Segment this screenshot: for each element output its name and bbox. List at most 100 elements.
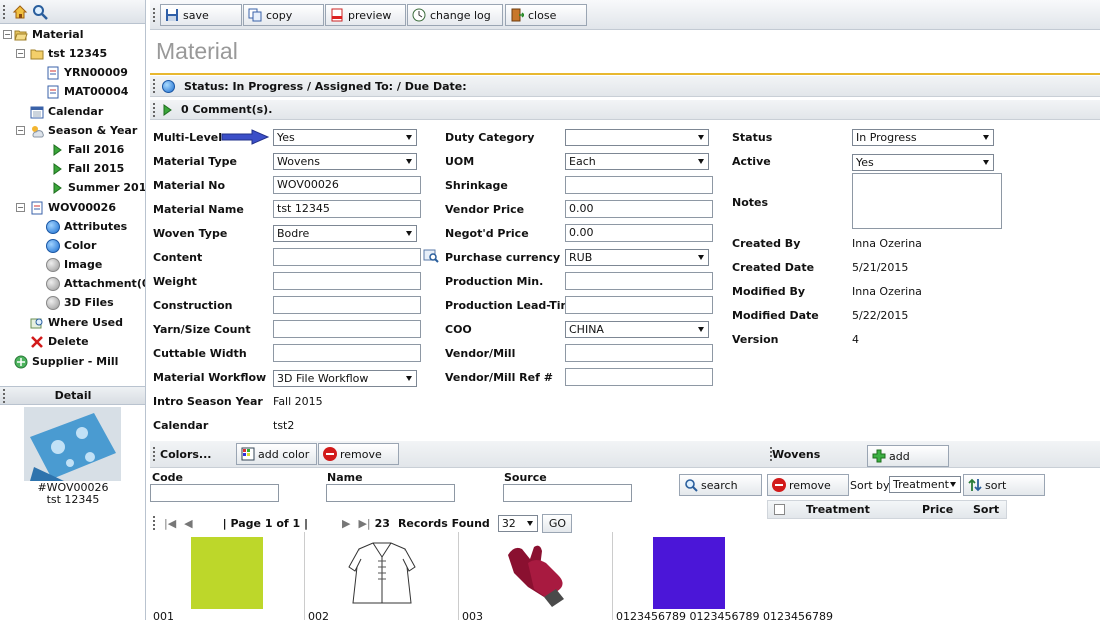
- remove-color-button[interactable]: remove: [318, 443, 399, 465]
- production-min-label: Production Min.: [445, 275, 544, 288]
- gloves-image[interactable]: [500, 537, 570, 609]
- grip-handle[interactable]: [3, 5, 5, 19]
- material-type-select[interactable]: Wovens: [273, 153, 417, 170]
- remove-circle-icon: [772, 478, 786, 492]
- name-filter-input[interactable]: [326, 484, 455, 502]
- vendor-mill-ref-input[interactable]: [565, 368, 713, 386]
- search-button[interactable]: search: [679, 474, 762, 496]
- lookup-icon[interactable]: [423, 248, 439, 264]
- tree-node-summer-2015[interactable]: Summer 2015: [50, 178, 145, 197]
- remove-woven-button[interactable]: remove: [767, 474, 849, 496]
- tree-node-mat00004[interactable]: MAT00004: [46, 82, 128, 101]
- cuttable-width-input[interactable]: [273, 344, 421, 362]
- coo-select[interactable]: CHINA: [565, 321, 709, 338]
- price-column-header[interactable]: Price: [922, 503, 953, 516]
- source-filter-input[interactable]: [503, 484, 632, 502]
- tree-node-delete[interactable]: Delete: [30, 332, 89, 351]
- version-value: 4: [852, 333, 859, 346]
- preview-button[interactable]: preview: [325, 4, 406, 26]
- yarn-size-count-input[interactable]: [273, 320, 421, 338]
- tree-node-yrn00009[interactable]: YRN00009: [46, 63, 128, 82]
- multi-level-select[interactable]: Yes: [273, 129, 417, 146]
- status-select[interactable]: In Progress: [852, 129, 994, 146]
- material-no-input[interactable]: WOV00026: [273, 176, 421, 194]
- go-button[interactable]: GO: [541, 513, 572, 533]
- copy-button[interactable]: copy: [243, 4, 324, 26]
- tree-node-tst-12345[interactable]: tst 12345: [30, 44, 107, 63]
- code-filter-input[interactable]: [150, 484, 279, 502]
- color-swatch[interactable]: [191, 537, 263, 609]
- page-size-select[interactable]: 32: [497, 514, 538, 532]
- last-page-icon[interactable]: ▶|: [358, 517, 370, 530]
- grip-handle[interactable]: [153, 516, 155, 530]
- construction-input[interactable]: [273, 296, 421, 314]
- shrinkage-input[interactable]: [565, 176, 713, 194]
- save-button[interactable]: save: [160, 4, 242, 26]
- sort-button[interactable]: sort: [963, 474, 1045, 496]
- grip-handle[interactable]: [153, 102, 155, 117]
- search-icon[interactable]: [32, 4, 48, 20]
- material-thumbnail[interactable]: [24, 407, 121, 481]
- grip-handle[interactable]: [153, 79, 155, 93]
- expand-arrow-icon[interactable]: [162, 103, 172, 116]
- tree-node-attachment[interactable]: Attachment(0): [46, 274, 145, 293]
- weight-input[interactable]: [273, 272, 421, 290]
- color-swatch[interactable]: [653, 537, 725, 609]
- wovens-table-header: Treatment Price Sort: [767, 500, 1007, 519]
- notes-textarea[interactable]: [852, 173, 1002, 229]
- garment-sketch-image[interactable]: [345, 537, 419, 609]
- tree-node-wov00026[interactable]: WOV00026: [30, 198, 116, 217]
- comments-bar[interactable]: 0 Comment(s).: [150, 100, 1100, 120]
- home-icon[interactable]: [12, 4, 28, 20]
- tree-node-season-year[interactable]: Season & Year: [30, 121, 137, 140]
- sort-by-select[interactable]: Treatment: [889, 476, 961, 493]
- first-page-icon[interactable]: |◀: [164, 517, 176, 530]
- negotiated-price-input[interactable]: 0.00: [565, 224, 713, 242]
- grip-handle[interactable]: [153, 447, 155, 461]
- woven-type-select[interactable]: Bodre: [273, 225, 417, 242]
- content-input[interactable]: [273, 248, 421, 266]
- search-label: search: [701, 478, 738, 492]
- grip-handle[interactable]: [770, 447, 772, 461]
- production-min-input[interactable]: [565, 272, 713, 290]
- change-log-button[interactable]: change log: [407, 4, 503, 26]
- where-used-icon: [30, 318, 43, 328]
- production-lead-time-input[interactable]: [565, 296, 713, 314]
- tree-node-color[interactable]: Color: [46, 236, 96, 255]
- grip-handle[interactable]: [3, 389, 5, 403]
- yarn-size-count-label: Yarn/Size Count: [153, 323, 251, 336]
- next-page-icon[interactable]: ▶: [342, 517, 350, 530]
- collapse-toggle[interactable]: −: [3, 30, 12, 39]
- prev-page-icon[interactable]: ◀: [184, 517, 192, 530]
- tree-node-where-used[interactable]: Where Used: [30, 313, 123, 332]
- material-name-input[interactable]: tst 12345: [273, 200, 421, 218]
- tree-node-supplier-mill[interactable]: Supplier - Mill: [14, 352, 118, 371]
- add-color-button[interactable]: add color: [236, 443, 317, 465]
- tree-node-image[interactable]: Image: [46, 255, 102, 274]
- tree-node-material[interactable]: Material: [14, 25, 83, 44]
- active-select[interactable]: Yes: [852, 154, 994, 171]
- vendor-price-input[interactable]: 0.00: [565, 200, 713, 218]
- treatment-column-header[interactable]: Treatment: [806, 503, 870, 516]
- select-all-checkbox[interactable]: [774, 504, 785, 515]
- divider: [458, 532, 459, 620]
- tree-node-fall-2015[interactable]: Fall 2015: [50, 159, 124, 178]
- tree-node-attributes[interactable]: Attributes: [46, 217, 127, 236]
- woven-type-label: Woven Type: [153, 227, 228, 240]
- sort-column-header[interactable]: Sort: [973, 503, 999, 516]
- add-woven-button[interactable]: add: [867, 445, 949, 467]
- tree-node-fall-2016[interactable]: Fall 2016: [50, 140, 124, 159]
- collapse-toggle[interactable]: −: [16, 126, 25, 135]
- created-by-label: Created By: [732, 237, 801, 250]
- collapse-toggle[interactable]: −: [16, 203, 25, 212]
- grip-handle[interactable]: [153, 8, 155, 22]
- material-workflow-select[interactable]: 3D File Workflow: [273, 370, 417, 387]
- collapse-toggle[interactable]: −: [16, 49, 25, 58]
- tree-node-calendar[interactable]: Calendar: [30, 102, 103, 121]
- duty-category-select[interactable]: [565, 129, 709, 146]
- purchase-currency-select[interactable]: RUB: [565, 249, 709, 266]
- tree-node-3d-files[interactable]: 3D Files: [46, 293, 114, 312]
- vendor-mill-input[interactable]: [565, 344, 713, 362]
- close-button[interactable]: close: [505, 4, 587, 26]
- uom-select[interactable]: Each: [565, 153, 709, 170]
